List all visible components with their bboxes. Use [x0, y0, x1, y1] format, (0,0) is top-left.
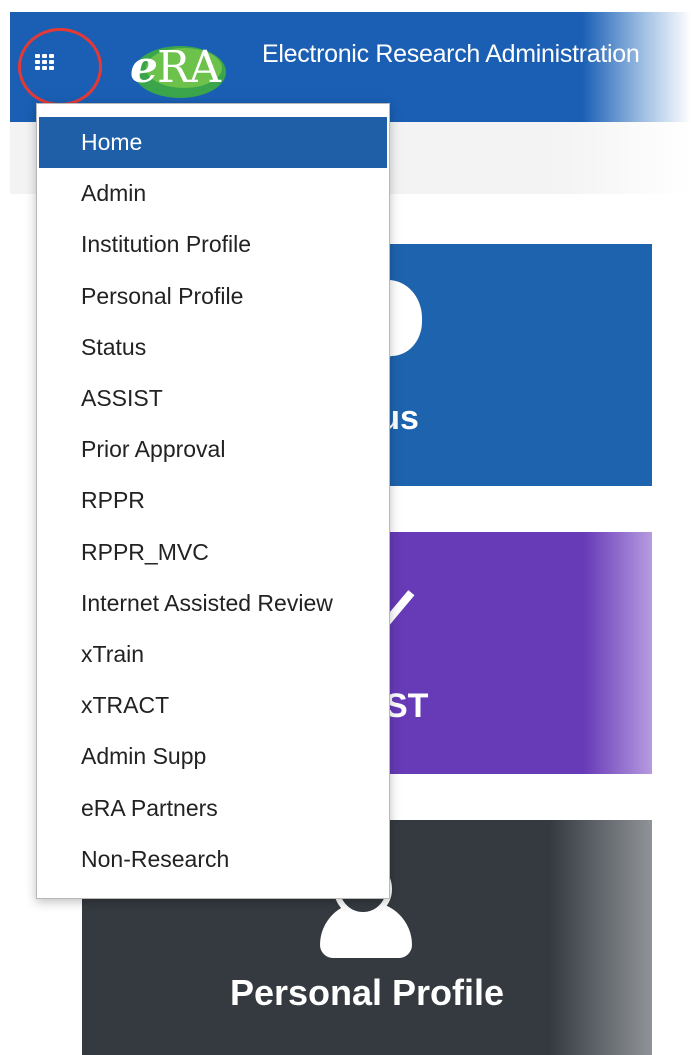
menu-item-admin-supp[interactable]: Admin Supp: [39, 731, 387, 782]
logo-e: e: [130, 42, 158, 93]
app-title: Electronic Research Administration: [262, 40, 640, 68]
menu-item-home[interactable]: Home: [39, 117, 387, 169]
menu-item-assist[interactable]: ASSIST: [39, 373, 387, 424]
menu-item-rppr-mvc[interactable]: RPPR_MVC: [39, 527, 387, 578]
menu-item-xtrain[interactable]: xTrain: [39, 629, 387, 680]
menu-item-prior-approval[interactable]: Prior Approval: [39, 424, 387, 475]
app-launcher-button[interactable]: [26, 46, 62, 78]
personal-profile-tile-label: Personal Profile: [229, 972, 505, 1013]
menu-item-rppr[interactable]: RPPR: [39, 475, 387, 526]
menu-item-non-research[interactable]: Non-Research: [39, 834, 387, 885]
menu-item-xtract[interactable]: xTRACT: [39, 680, 387, 731]
menu-item-personal-profile[interactable]: Personal Profile: [39, 271, 387, 322]
grid-icon: [34, 54, 54, 70]
menu-item-status[interactable]: Status: [39, 322, 387, 373]
app-menu-dropdown: Home Admin Institution Profile Personal …: [36, 103, 390, 899]
menu-item-institution-profile[interactable]: Institution Profile: [39, 219, 387, 270]
menu-item-admin[interactable]: Admin: [39, 168, 387, 219]
menu-item-era-partners[interactable]: eRA Partners: [39, 782, 387, 833]
menu-item-internet-assisted-review[interactable]: Internet Assisted Review: [39, 578, 387, 629]
era-logo[interactable]: eRA: [130, 46, 221, 90]
logo-ra: RA: [157, 42, 221, 93]
